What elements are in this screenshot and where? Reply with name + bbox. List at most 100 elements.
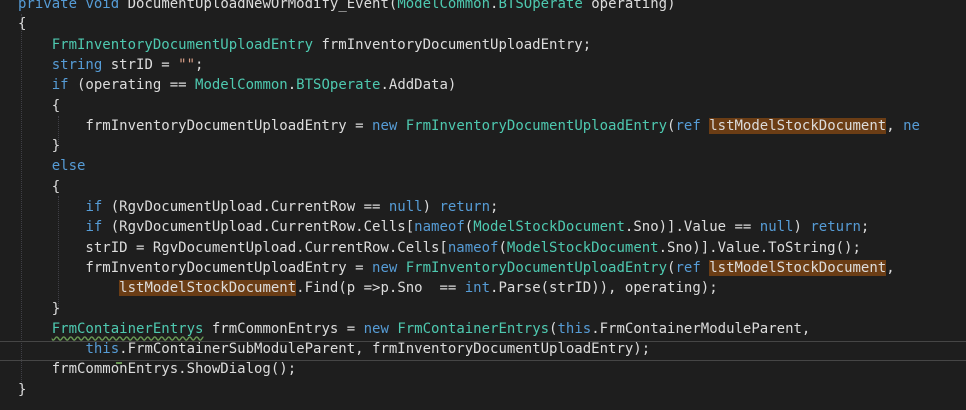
code-token: .Sno)].Value.ToString(); — [658, 239, 861, 256]
code-token: DocumentUploadNewOrModify_Event( — [119, 0, 398, 12]
code-token: BTSOperate — [498, 0, 583, 12]
code-token: .Find(p =>p.Sno == — [296, 280, 465, 297]
code-token: frmCommonEntrys.ShowDialog(); — [18, 361, 297, 378]
code-token: ModelStockDocument — [506, 239, 659, 256]
code-line[interactable]: { — [18, 177, 60, 197]
code-token: ne — [903, 117, 920, 134]
code-token: lstModelStockDocument — [119, 280, 297, 297]
code-line[interactable]: this.FrmContainerSubModuleParent, frmInv… — [18, 339, 650, 359]
code-token: new — [372, 259, 398, 276]
code-line[interactable]: { — [18, 14, 26, 34]
code-line[interactable]: FrmContainerEntrys frmCommonEntrys = new… — [18, 319, 811, 339]
code-token: lstModelStockDocument — [709, 117, 887, 134]
code-token: BTSOperate — [296, 77, 381, 94]
code-token: return — [439, 199, 491, 215]
code-token: ModelCommon — [397, 0, 491, 12]
code-editor[interactable]: private void DocumentUploadNewOrModify_E… — [0, 0, 966, 410]
code-token: nameof — [414, 219, 465, 236]
code-line[interactable]: if (operating == ModelCommon.BTSOperate.… — [18, 75, 457, 95]
code-line[interactable]: } — [18, 136, 60, 156]
code-token: FrmContainerEntrys — [397, 320, 550, 337]
code-token: int — [464, 280, 491, 297]
code-token: private — [18, 0, 78, 12]
code-token: ref — [675, 117, 701, 134]
code-line[interactable]: frmCommonEntrys.ShowDialog(); — [18, 359, 296, 379]
code-token: else — [51, 158, 86, 175]
code-token: (RgvDocumentUpload.CurrentRow == — [102, 199, 389, 215]
code-token: , — [886, 259, 895, 276]
code-token: new — [372, 117, 398, 134]
code-token: .FrmContainerSubModuleParent, frmInvento… — [119, 341, 651, 358]
code-token: strID = RgvDocumentUpload.CurrentRow.Cel… — [18, 239, 448, 256]
code-token: { — [18, 97, 61, 114]
code-line[interactable]: lstModelStockDocument.Find(p =>p.Sno == … — [18, 278, 718, 298]
code-token: ) — [422, 199, 440, 215]
code-token: frmInventoryDocumentUploadEntry = — [18, 259, 373, 276]
code-token: , — [886, 117, 904, 134]
code-token: ; — [860, 219, 870, 236]
code-token: .AddData) — [380, 77, 457, 94]
code-token: ( — [464, 219, 474, 236]
code-token: if — [51, 77, 69, 94]
code-token: nameof — [447, 239, 499, 256]
code-line[interactable]: private void DocumentUploadNewOrModify_E… — [18, 0, 676, 14]
code-line[interactable]: if (RgvDocumentUpload.CurrentRow.Cells[n… — [18, 217, 869, 237]
code-token: { — [18, 16, 27, 33]
code-token: new — [363, 320, 389, 337]
code-token: "" — [178, 56, 196, 73]
code-token: operating) — [582, 0, 676, 12]
code-line[interactable]: FrmInventoryDocumentUploadEntry frmInven… — [18, 35, 591, 55]
code-token: ModelStockDocument — [473, 219, 625, 236]
code-token: ref — [675, 259, 701, 276]
code-token: . — [287, 77, 297, 94]
code-token: return — [810, 219, 861, 236]
code-token: FrmInventoryDocumentUploadEntry — [51, 36, 314, 53]
code-line[interactable]: if (RgvDocumentUpload.CurrentRow == null… — [18, 197, 498, 217]
code-token: void — [85, 0, 120, 12]
code-token: .Parse(strID)), operating); — [490, 280, 718, 297]
code-token: null — [759, 219, 794, 236]
code-token: if — [85, 219, 103, 236]
code-token: ; — [195, 56, 204, 73]
code-token: { — [18, 178, 61, 195]
code-token: FrmContainerEntrys — [51, 320, 204, 337]
code-token: ModelCommon — [195, 77, 288, 94]
code-token: this — [85, 341, 120, 358]
code-token: lstModelStockDocument — [709, 259, 887, 276]
code-token: FrmInventoryDocumentUploadEntry — [405, 117, 668, 134]
code-token: string — [51, 56, 103, 73]
code-line[interactable]: string strID = ""; — [18, 55, 204, 75]
code-line[interactable]: frmInventoryDocumentUploadEntry = new Fr… — [18, 258, 895, 278]
code-line[interactable]: } — [18, 299, 60, 319]
code-token: frmInventoryDocumentUploadEntry; — [313, 36, 592, 53]
code-token: null — [388, 199, 423, 215]
code-token: frmInventoryDocumentUploadEntry = — [18, 117, 373, 134]
code-line[interactable]: { — [18, 96, 60, 116]
code-line[interactable]: frmInventoryDocumentUploadEntry = new Fr… — [18, 116, 920, 136]
code-token: (RgvDocumentUpload.CurrentRow.Cells[ — [102, 219, 415, 236]
code-token: strID = — [102, 56, 179, 73]
code-token: frmCommonEntrys = — [203, 320, 364, 337]
code-line[interactable]: } — [18, 380, 26, 400]
code-line[interactable]: strID = RgvDocumentUpload.CurrentRow.Cel… — [18, 238, 861, 258]
code-token: } — [18, 138, 61, 155]
code-token: } — [18, 381, 27, 398]
code-token: ; — [490, 199, 499, 215]
code-token: this — [557, 320, 592, 337]
code-token: (operating == — [68, 77, 196, 94]
code-token: if — [85, 199, 103, 215]
code-token: ( — [498, 239, 507, 256]
code-line[interactable]: else — [18, 156, 86, 176]
